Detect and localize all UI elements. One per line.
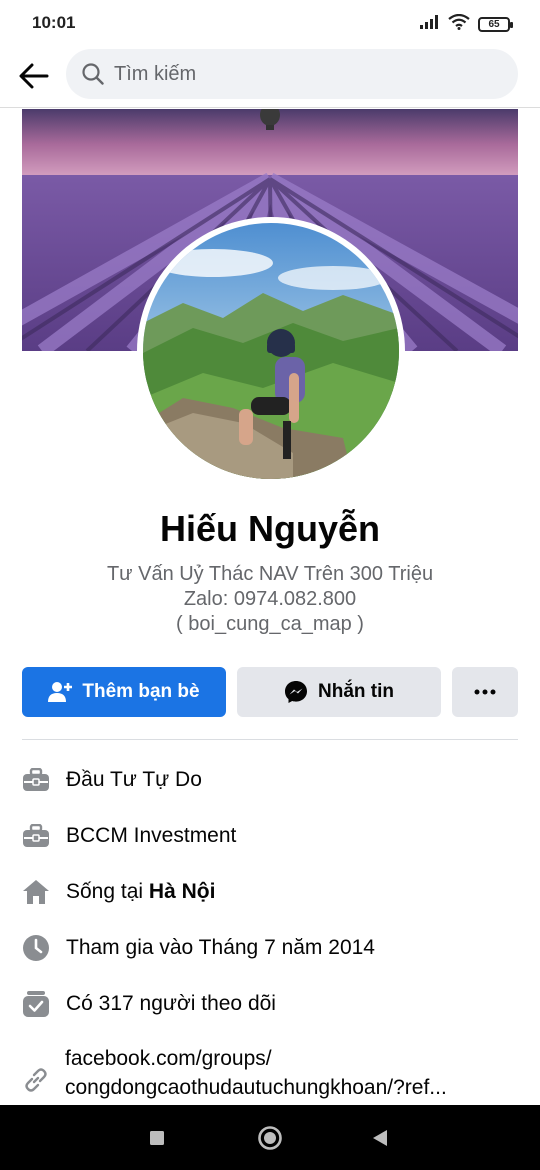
search-header: Tìm kiếm bbox=[0, 46, 540, 108]
status-bar: 10:01 65 bbox=[0, 0, 540, 46]
circle-home-icon bbox=[258, 1126, 282, 1150]
lives-in-text: Sống tại Hà Nội bbox=[66, 880, 215, 904]
profile-name: Hiếu Nguyễn bbox=[159, 508, 381, 549]
bio-line: Zalo: 0974.082.800 bbox=[183, 588, 357, 610]
wifi-icon bbox=[448, 13, 470, 35]
work-text: Đầu Tư Tự Do bbox=[66, 768, 202, 791]
detail-followers[interactable]: Có 317 người theo dõi bbox=[22, 990, 518, 1018]
bio-line: ( boi_cung_ca_map ) bbox=[176, 613, 364, 635]
messenger-icon bbox=[284, 680, 308, 704]
briefcase-icon bbox=[22, 822, 50, 850]
status-time: 10:01 bbox=[32, 13, 76, 32]
profile-actions: Thêm bạn bè Nhắn tin bbox=[22, 667, 518, 717]
square-recents-icon bbox=[150, 1131, 164, 1145]
home-button[interactable] bbox=[253, 1121, 287, 1155]
more-options-button[interactable] bbox=[452, 667, 518, 717]
more-dots-icon bbox=[474, 689, 496, 695]
lives-city[interactable]: Hà Nội bbox=[149, 880, 216, 903]
profile-bio: Tư Vấn Uỷ Thác NAV Trên 300 Triệu Zalo: … bbox=[0, 562, 540, 637]
website-link[interactable]: facebook.com/groups/ congdongcaothudautu… bbox=[65, 1044, 515, 1102]
home-icon bbox=[22, 878, 50, 906]
followers-icon bbox=[22, 990, 50, 1018]
link-line: facebook.com/groups/ bbox=[65, 1047, 272, 1070]
battery-icon: 65 bbox=[478, 17, 513, 32]
signal-icon bbox=[420, 15, 440, 34]
link-line: congdongcaothudautuchungkhoan/?ref... bbox=[65, 1076, 447, 1099]
system-back-button[interactable] bbox=[363, 1121, 397, 1155]
detail-link[interactable]: facebook.com/groups/ congdongcaothudautu… bbox=[22, 1044, 518, 1104]
detail-work[interactable]: BCCM Investment bbox=[22, 822, 518, 850]
followers-text: Có 317 người theo dõi bbox=[66, 992, 276, 1015]
detail-joined: Tham gia vào Tháng 7 năm 2014 bbox=[22, 934, 518, 962]
add-friend-label: Thêm bạn bè bbox=[82, 681, 200, 702]
detail-lives-in: Sống tại Hà Nội bbox=[22, 878, 518, 906]
triangle-back-icon bbox=[373, 1130, 387, 1146]
search-input[interactable]: Tìm kiếm bbox=[66, 49, 518, 99]
link-icon bbox=[22, 1066, 50, 1094]
clock-icon bbox=[22, 934, 50, 962]
joined-text: Tham gia vào Tháng 7 năm 2014 bbox=[66, 936, 375, 959]
recents-button[interactable] bbox=[140, 1121, 174, 1155]
detail-work: Đầu Tư Tự Do bbox=[22, 766, 518, 794]
status-icons: 65 bbox=[420, 13, 513, 35]
message-button[interactable]: Nhắn tin bbox=[237, 667, 441, 717]
divider bbox=[22, 739, 518, 740]
lives-prefix: Sống tại bbox=[66, 880, 149, 903]
add-friend-icon bbox=[48, 681, 73, 703]
bio-line: Tư Vấn Uỷ Thác NAV Trên 300 Triệu bbox=[106, 563, 434, 585]
search-icon bbox=[82, 63, 104, 85]
message-label: Nhắn tin bbox=[318, 681, 394, 702]
back-arrow-icon bbox=[19, 63, 49, 89]
add-friend-button[interactable]: Thêm bạn bè bbox=[22, 667, 226, 717]
back-button[interactable] bbox=[14, 56, 54, 96]
work-text: BCCM Investment bbox=[66, 824, 237, 847]
profile-avatar[interactable] bbox=[137, 217, 405, 485]
search-placeholder: Tìm kiếm bbox=[114, 62, 197, 85]
briefcase-icon bbox=[22, 766, 50, 794]
system-nav-bar bbox=[0, 1105, 540, 1170]
